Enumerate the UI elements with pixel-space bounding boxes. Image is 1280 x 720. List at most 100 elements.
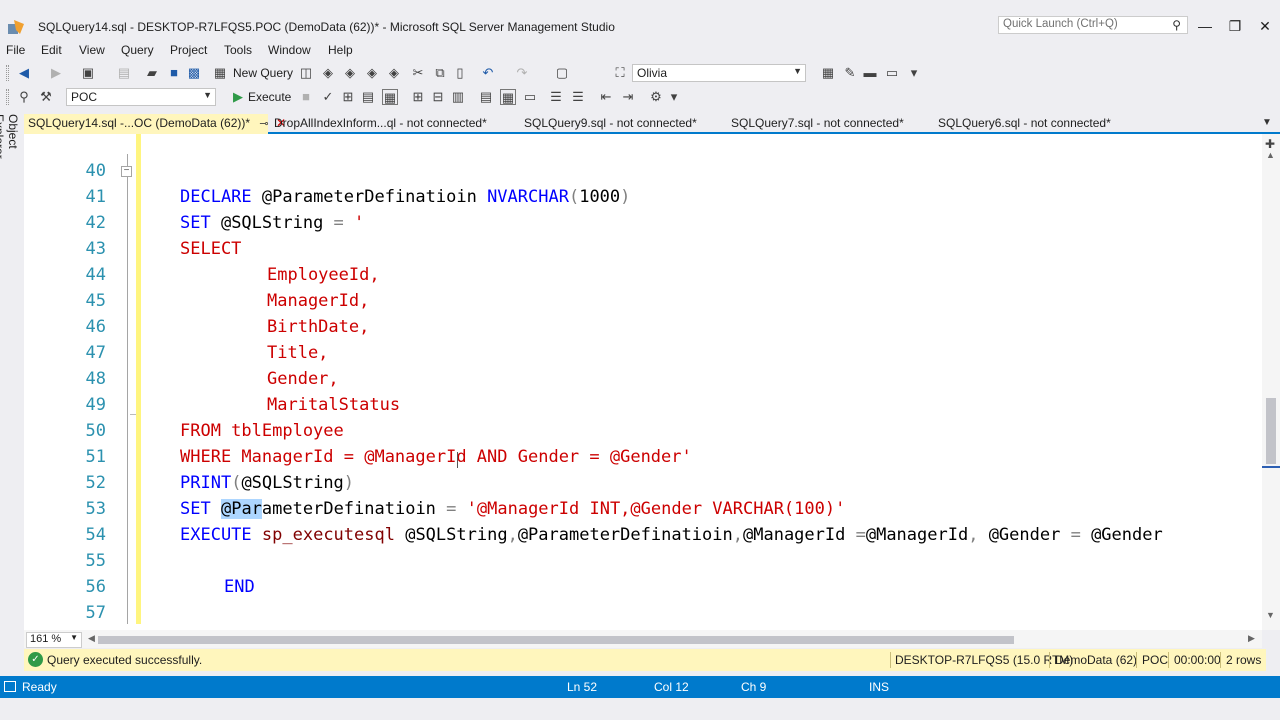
undo-icon[interactable]: ↶ xyxy=(480,65,496,81)
query-options-icon[interactable]: ▤ xyxy=(360,89,376,105)
solution-explorer-icon[interactable]: ▦ xyxy=(820,65,836,81)
tab-sqlquery7[interactable]: SQLQuery7.sql - not connected* xyxy=(727,114,908,134)
code-line: 51 PRINT(@SQLString) xyxy=(24,418,1262,493)
new-query-button[interactable]: New Query xyxy=(233,66,293,80)
execute-button[interactable]: Execute xyxy=(248,90,291,104)
increase-indent-icon[interactable]: ⇥ xyxy=(620,89,636,105)
decrease-indent-icon[interactable]: ⇤ xyxy=(598,89,614,105)
add-item-icon[interactable]: ▤ xyxy=(116,65,132,81)
customize-icon[interactable]: ▾ xyxy=(666,89,682,105)
mdx-query-icon[interactable]: ◈ xyxy=(342,65,358,81)
results-to-file-icon[interactable]: ▭ xyxy=(522,89,538,105)
menu-edit[interactable]: Edit xyxy=(41,43,62,57)
uncomment-icon[interactable]: ☰ xyxy=(570,89,586,105)
scroll-right-icon[interactable]: ▶ xyxy=(1248,633,1255,644)
code-line: 50 WHERE ManagerId = @ManagerId AND Gend… xyxy=(24,392,1262,467)
available-databases-combo[interactable]: POC ▼ xyxy=(66,88,216,106)
client-statistics-icon[interactable]: ▥ xyxy=(450,89,466,105)
scroll-up-icon[interactable]: ▲ xyxy=(1266,150,1275,160)
toolbar-grip[interactable] xyxy=(6,89,9,105)
text-cursor xyxy=(457,452,458,468)
login-info: POC xyxy=(1142,653,1169,667)
connect-icon[interactable]: ⚲ xyxy=(16,89,32,105)
new-project-icon[interactable]: ▣ xyxy=(80,65,96,81)
include-actual-plan-icon[interactable]: ⊞ xyxy=(410,89,426,105)
ready-icon xyxy=(4,681,16,692)
zoom-combo[interactable]: 161 % ▼ xyxy=(26,632,82,648)
scrollbar-thumb[interactable] xyxy=(1266,398,1276,464)
live-query-stats-icon[interactable]: ⊟ xyxy=(430,89,446,105)
execute-icon[interactable]: ▶ xyxy=(230,89,246,105)
properties-icon[interactable]: ✎ xyxy=(842,65,858,81)
menu-tools[interactable]: Tools xyxy=(224,43,252,57)
search-user-combo[interactable]: Olivia ▼ xyxy=(632,64,806,82)
results-to-grid-icon[interactable]: ▦ xyxy=(500,89,516,105)
new-query-icon[interactable]: ▦ xyxy=(212,65,228,81)
find-icon[interactable]: ⛶ xyxy=(612,65,628,81)
menu-window[interactable]: Window xyxy=(268,43,311,57)
database-combo-value: POC xyxy=(71,90,98,104)
tab-list-dropdown-icon[interactable]: ▼ xyxy=(1262,117,1272,128)
xmla-query-icon[interactable]: ◈ xyxy=(386,65,402,81)
scroll-left-icon[interactable]: ◀ xyxy=(88,633,95,644)
cut-icon[interactable]: ✂ xyxy=(410,65,426,81)
horizontal-scrollbar-thumb[interactable] xyxy=(98,636,1014,644)
save-icon[interactable]: ■ xyxy=(166,65,182,81)
display-estimated-plan-icon[interactable]: ⊞ xyxy=(340,89,356,105)
elapsed-time: 00:00:00 xyxy=(1174,653,1221,667)
code-line: 54 xyxy=(24,496,1262,545)
tab-dropallindexinform[interactable]: DropAllIndexInform...ql - not connected* xyxy=(270,114,491,134)
code-line: 56 xyxy=(24,548,1262,597)
code-line: 46 Title, xyxy=(24,288,1262,363)
results-to-text-icon[interactable]: ▤ xyxy=(478,89,494,105)
restore-button[interactable]: ❐ xyxy=(1220,16,1250,36)
split-editor-icon[interactable]: ✚ xyxy=(1265,137,1275,151)
code-line: 57 EXECUTE GetParamDyanamicSQL 3,'M' xyxy=(24,574,1262,630)
menu-help[interactable]: Help xyxy=(328,43,353,57)
code-line: 52 SET @ParameterDefinatioin = '@Manager… xyxy=(24,444,1262,519)
parse-icon[interactable]: ✓ xyxy=(320,89,336,105)
tab-sqlquery6[interactable]: SQLQuery6.sql - not connected* xyxy=(934,114,1115,134)
tab-label: SQLQuery9.sql - not connected* xyxy=(524,116,697,130)
cancel-query-icon[interactable]: ■ xyxy=(298,89,314,105)
back-icon[interactable]: ◀ xyxy=(16,65,32,81)
menu-project[interactable]: Project xyxy=(170,43,207,57)
tab-sqlquery9[interactable]: SQLQuery9.sql - not connected* xyxy=(520,114,701,134)
menu-file[interactable]: File xyxy=(6,43,25,57)
query-status-bar: ✓ Query executed successfully. DESKTOP-R… xyxy=(24,649,1266,671)
dmx-query-icon[interactable]: ◈ xyxy=(364,65,380,81)
open-file-icon[interactable]: ▰ xyxy=(144,65,160,81)
code-line: 49 FROM tblEmployee xyxy=(24,366,1262,441)
minimize-button[interactable]: — xyxy=(1190,16,1220,36)
redo-icon[interactable]: ↷ xyxy=(514,65,530,81)
save-all-icon[interactable]: ▩ xyxy=(186,65,202,81)
toolbox-icon[interactable]: ▬ xyxy=(862,65,878,81)
analysis-query-icon[interactable]: ◈ xyxy=(320,65,336,81)
quick-launch-input[interactable]: Quick Launch (Ctrl+Q) ⚲ xyxy=(998,16,1188,34)
object-explorer-tab[interactable]: Object Explorer xyxy=(0,114,20,194)
activity-monitor-icon[interactable]: ▢ xyxy=(554,65,570,81)
paste-icon[interactable]: ▯ xyxy=(452,65,468,81)
caret-position-marker xyxy=(1262,466,1280,468)
code-editor[interactable]: − 40 DECLARE @ParameterDefinatioin NVARC… xyxy=(24,134,1262,630)
scroll-down-icon[interactable]: ▼ xyxy=(1266,610,1275,620)
toolbar-grip[interactable] xyxy=(6,65,9,81)
database-info: DemoData (62) xyxy=(1055,653,1138,667)
change-connection-icon[interactable]: ⚒ xyxy=(38,89,54,105)
ssms-window: SQLQuery14.sql - DESKTOP-R7LFQS5.POC (De… xyxy=(0,0,1280,720)
copy-icon[interactable]: ⧉ xyxy=(432,65,448,81)
database-engine-query-icon[interactable]: ◫ xyxy=(298,65,314,81)
forward-icon[interactable]: ▶ xyxy=(48,65,64,81)
comment-out-icon[interactable]: ☰ xyxy=(548,89,564,105)
close-window-button[interactable]: ✕ xyxy=(1250,16,1280,36)
menu-view[interactable]: View xyxy=(79,43,105,57)
template-explorer-icon[interactable]: ▭ xyxy=(884,65,900,81)
code-line: 53 EXECUTE sp_executesql @SQLString,@Par… xyxy=(24,470,1262,545)
tab-sqlquery14[interactable]: SQLQuery14.sql -...OC (DemoData (62))* ⊸… xyxy=(24,114,286,134)
menu-query[interactable]: Query xyxy=(121,43,154,57)
intellisense-icon[interactable]: ▦ xyxy=(382,89,398,105)
specify-template-values-icon[interactable]: ⚙ xyxy=(648,89,664,105)
customize-icon[interactable]: ▾ xyxy=(906,65,922,81)
pin-icon[interactable]: ⊸ xyxy=(259,118,268,130)
vertical-scrollbar[interactable]: ✚ ▲ ▼ xyxy=(1262,134,1280,630)
